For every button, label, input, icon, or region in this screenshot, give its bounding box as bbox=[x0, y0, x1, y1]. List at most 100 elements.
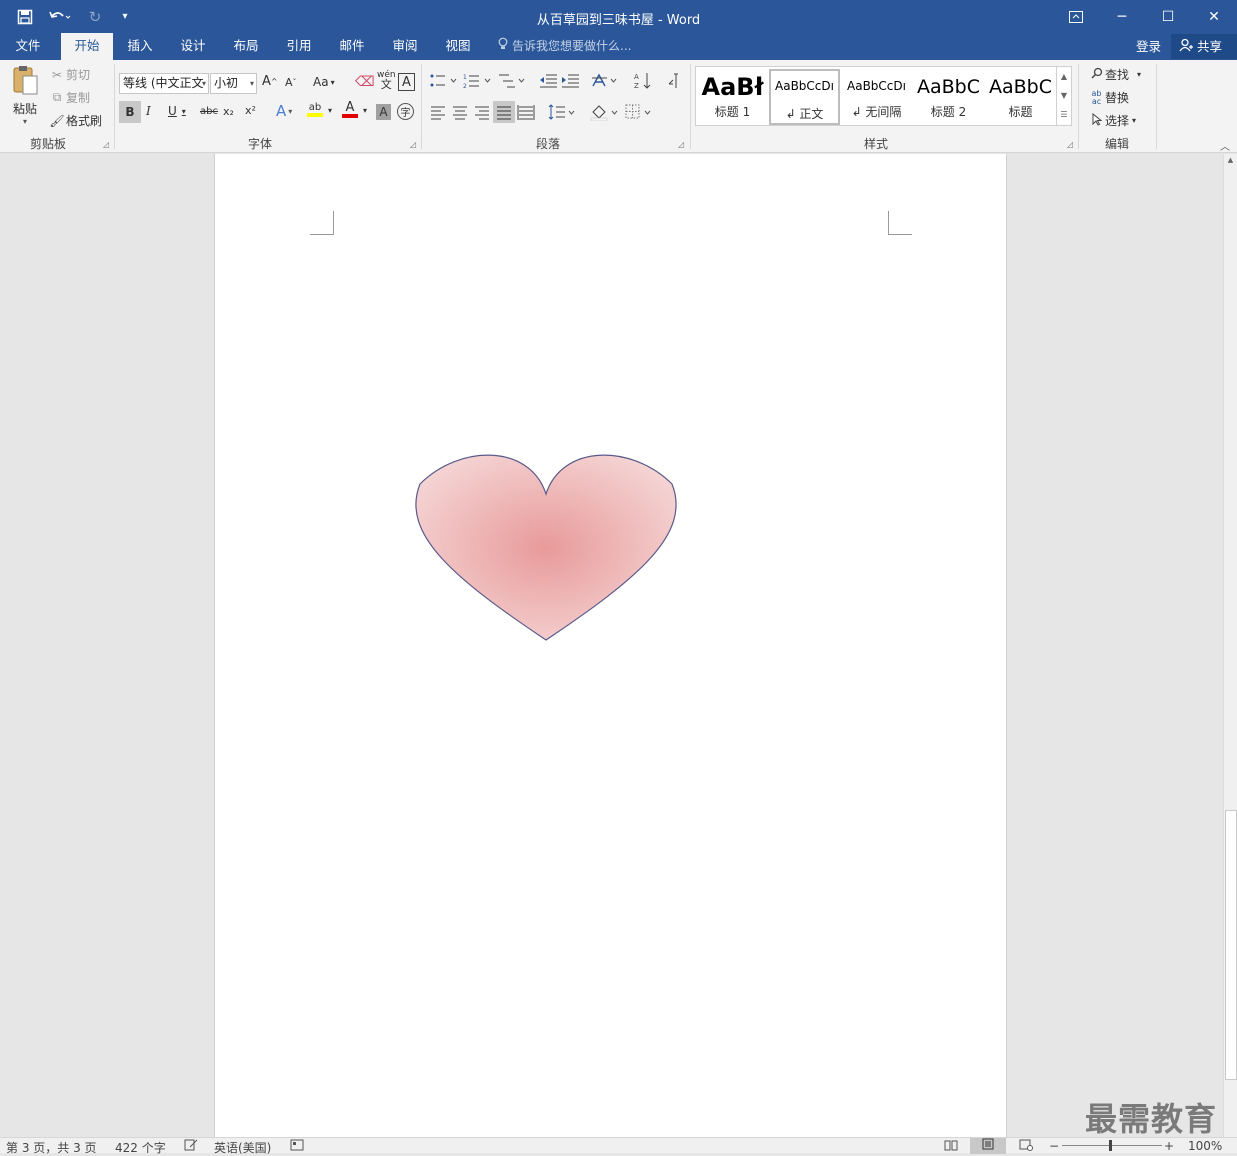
share-button[interactable]: 共享 bbox=[1171, 34, 1237, 59]
web-layout-icon[interactable] bbox=[1019, 1139, 1033, 1154]
proofing-icon[interactable] bbox=[184, 1139, 198, 1154]
sort-button[interactable]: AZ bbox=[634, 71, 652, 91]
justify-button[interactable] bbox=[493, 101, 515, 123]
chevron-down-icon[interactable]: ▼ bbox=[1057, 86, 1071, 105]
cut-button[interactable]: ✂ 剪切 bbox=[48, 66, 90, 83]
style-normal[interactable]: AaBbCcDı ↲ 正文 bbox=[769, 69, 840, 125]
font-color-dropdown-icon[interactable]: ▾ bbox=[363, 106, 367, 115]
page-count[interactable]: 第 3 页，共 3 页 bbox=[6, 1139, 97, 1156]
strikethrough-button[interactable]: abc bbox=[200, 106, 218, 117]
style-heading-2[interactable]: AaBbC 标题 2 bbox=[913, 69, 984, 125]
tell-me-box[interactable]: 告诉我您想要做什么... bbox=[498, 33, 631, 60]
align-left-button[interactable] bbox=[429, 104, 447, 120]
decrease-indent-button[interactable] bbox=[538, 72, 558, 90]
style-heading-1[interactable]: AaBł 标题 1 bbox=[697, 69, 768, 125]
more-styles-icon[interactable]: ☰ bbox=[1057, 105, 1071, 124]
zoom-slider-thumb[interactable] bbox=[1109, 1140, 1112, 1151]
align-right-button[interactable] bbox=[473, 104, 491, 120]
increase-indent-button[interactable] bbox=[560, 72, 580, 90]
replace-button[interactable]: ab ac 替换 bbox=[1088, 89, 1130, 106]
font-name-combo[interactable]: 等线 (中文正文 ▾ bbox=[119, 73, 209, 94]
grow-font-button[interactable]: A ^ bbox=[262, 74, 278, 89]
chinese-layout-button[interactable] bbox=[591, 72, 621, 90]
tab-references[interactable]: 引用 bbox=[276, 33, 322, 60]
enclose-characters-button[interactable]: 字 bbox=[397, 103, 414, 120]
font-size-combo[interactable]: 小初 ▾ bbox=[210, 73, 257, 94]
font-launcher-icon[interactable]: ◿ bbox=[410, 140, 416, 149]
styles-launcher-icon[interactable]: ◿ bbox=[1067, 140, 1073, 149]
tab-review[interactable]: 审阅 bbox=[382, 33, 428, 60]
format-painter-button[interactable]: 🖌 格式刷 bbox=[48, 112, 102, 129]
phonetic-char: 文 bbox=[380, 78, 392, 91]
login-link[interactable]: 登录 bbox=[1136, 33, 1161, 60]
zoom-level[interactable]: 100% bbox=[1188, 1139, 1222, 1153]
borders-button[interactable] bbox=[624, 103, 654, 121]
tab-insert[interactable]: 插入 bbox=[117, 33, 163, 60]
heart-shape[interactable] bbox=[415, 444, 677, 644]
superscript-button[interactable]: x² bbox=[245, 104, 256, 117]
macro-record-icon[interactable] bbox=[290, 1139, 304, 1154]
zoom-slider[interactable] bbox=[1062, 1145, 1162, 1146]
distributed-button[interactable] bbox=[517, 104, 535, 120]
scroll-thumb[interactable] bbox=[1225, 810, 1237, 1080]
multilevel-list-button[interactable] bbox=[497, 72, 527, 90]
bullets-button[interactable] bbox=[429, 72, 459, 90]
highlight-dropdown-icon[interactable]: ▾ bbox=[328, 106, 332, 115]
tab-design[interactable]: 设计 bbox=[170, 33, 216, 60]
minimize-button[interactable]: ─ bbox=[1099, 0, 1145, 33]
cursor-icon bbox=[1088, 112, 1105, 129]
find-button[interactable]: 查找 ▾ bbox=[1088, 66, 1141, 83]
italic-button[interactable]: I bbox=[146, 104, 151, 118]
close-button[interactable]: ✕ bbox=[1191, 0, 1237, 33]
tab-view[interactable]: 视图 bbox=[435, 33, 481, 60]
line-spacing-button[interactable] bbox=[548, 103, 576, 121]
text-effects-button[interactable]: A ▾ bbox=[276, 102, 292, 120]
read-mode-icon[interactable] bbox=[944, 1139, 958, 1154]
tab-layout[interactable]: 布局 bbox=[223, 33, 269, 60]
ribbon-display-icon[interactable] bbox=[1053, 0, 1099, 33]
paste-button[interactable]: 粘贴 ▾ bbox=[7, 64, 43, 130]
style-preview: AaBbC bbox=[916, 76, 980, 98]
align-center-button[interactable] bbox=[451, 104, 469, 120]
collapse-ribbon-icon[interactable]: ︿ bbox=[1220, 138, 1230, 153]
print-layout-icon[interactable] bbox=[970, 1138, 1006, 1154]
justify-icon bbox=[497, 106, 511, 120]
language-indicator[interactable]: 英语(美国) bbox=[214, 1139, 271, 1156]
scroll-up-icon[interactable]: ▲ bbox=[1224, 156, 1237, 164]
zoom-in-button[interactable]: + bbox=[1164, 1139, 1174, 1153]
select-button[interactable]: 选择 ▾ bbox=[1088, 112, 1136, 129]
highlight-button[interactable]: ab bbox=[307, 102, 323, 117]
chinese-layout-icon bbox=[592, 73, 617, 87]
clear-formatting-button[interactable]: ⌫ bbox=[355, 74, 375, 90]
copy-button[interactable]: ⧉ 复制 bbox=[48, 89, 90, 106]
character-shading-button[interactable]: A bbox=[376, 104, 391, 120]
font-color-button[interactable]: A bbox=[342, 100, 358, 118]
style-title[interactable]: AaBbC 标题 bbox=[985, 69, 1056, 125]
document-page[interactable] bbox=[214, 154, 1007, 1137]
zoom-out-button[interactable]: − bbox=[1049, 1139, 1059, 1153]
bold-button[interactable]: B bbox=[119, 101, 141, 123]
chevron-down-icon: ▾ bbox=[249, 79, 254, 88]
style-no-spacing[interactable]: AaBbCcDı ↲ 无间隔 bbox=[841, 69, 912, 125]
chevron-up-icon[interactable]: ▲ bbox=[1057, 67, 1071, 86]
paste-dropdown-icon[interactable]: ▾ bbox=[23, 117, 27, 126]
font-color-icon: A bbox=[345, 100, 355, 115]
character-border-button[interactable]: A bbox=[398, 73, 415, 91]
superscript-icon: x² bbox=[245, 104, 256, 117]
shading-button[interactable] bbox=[590, 103, 620, 121]
underline-button[interactable]: U ▾ bbox=[168, 104, 186, 118]
maximize-button[interactable]: ☐ bbox=[1145, 0, 1191, 33]
word-count[interactable]: 422 个字 bbox=[115, 1139, 166, 1156]
phonetic-guide-button[interactable]: wén 文 bbox=[377, 70, 396, 90]
tab-home[interactable]: 开始 bbox=[61, 33, 113, 60]
subscript-button[interactable]: x₂ bbox=[223, 105, 234, 118]
tab-mailings[interactable]: 邮件 bbox=[329, 33, 375, 60]
vertical-scrollbar[interactable]: ▲ bbox=[1223, 154, 1237, 1137]
change-case-button[interactable]: Aa ▾ bbox=[313, 75, 335, 89]
numbering-button[interactable]: 12 bbox=[463, 72, 493, 90]
shrink-font-button[interactable]: Aˇ bbox=[285, 76, 297, 89]
show-marks-button[interactable] bbox=[666, 72, 682, 90]
clipboard-launcher-icon[interactable]: ◿ bbox=[103, 140, 109, 149]
paragraph-launcher-icon[interactable]: ◿ bbox=[678, 140, 684, 149]
tab-file[interactable]: 文件 bbox=[5, 33, 51, 60]
